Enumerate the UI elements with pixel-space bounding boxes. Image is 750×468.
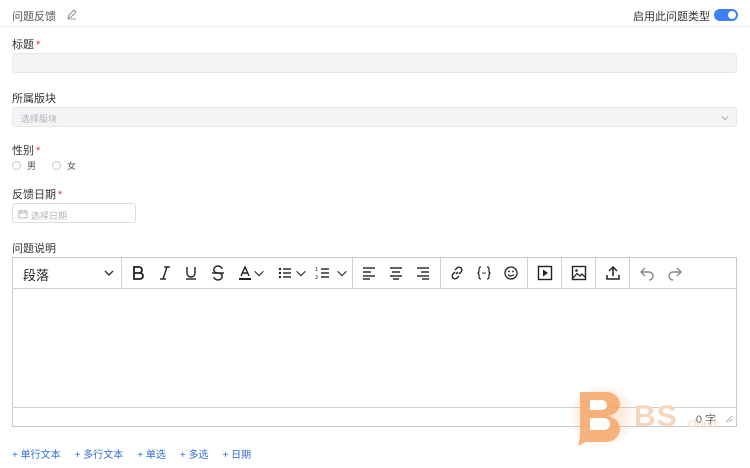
svg-text:2: 2 xyxy=(315,275,318,281)
svg-text:1: 1 xyxy=(315,267,318,273)
image-icon[interactable] xyxy=(569,263,589,283)
align-center-icon[interactable] xyxy=(386,263,406,283)
toolbar-group-align xyxy=(353,258,441,288)
date-placeholder: 选择日期 xyxy=(31,211,68,221)
add-date-button[interactable]: + 日期 xyxy=(223,446,252,461)
toolbar-group-video xyxy=(528,258,562,288)
required-mark: * xyxy=(58,189,63,201)
chevron-down-icon[interactable] xyxy=(252,263,266,283)
paragraph-select[interactable]: 段落 xyxy=(23,265,49,284)
undo-icon[interactable] xyxy=(637,263,657,283)
video-icon[interactable] xyxy=(535,263,555,283)
toolbar-group-upload xyxy=(596,258,630,288)
enable-type-label: 启用此问题类型 xyxy=(633,11,710,23)
toolbar-group-paragraph: 段落 xyxy=(13,258,122,288)
title-label: 标题 * xyxy=(12,36,40,52)
required-mark: * xyxy=(36,39,41,51)
desc-label: 问题说明 xyxy=(12,243,56,255)
upload-icon[interactable] xyxy=(603,263,623,283)
add-single-choice-button[interactable]: + 单选 xyxy=(137,446,166,461)
required-mark: * xyxy=(36,145,41,157)
gender-option-label: 女 xyxy=(67,161,77,171)
edit-pencil-icon[interactable] xyxy=(66,8,78,20)
radio-circle[interactable] xyxy=(12,161,21,170)
strikethrough-icon[interactable] xyxy=(208,263,228,283)
underline-icon[interactable] xyxy=(181,263,201,283)
editor-toolbar: 段落 1 2 xyxy=(13,258,736,289)
align-right-icon[interactable] xyxy=(413,263,433,283)
watermark-subtext: cloud xyxy=(688,416,717,430)
link-icon[interactable] xyxy=(447,263,467,283)
chevron-down-icon[interactable] xyxy=(99,263,119,283)
add-single-line-button[interactable]: + 单行文本 xyxy=(12,446,61,461)
add-field-bar: + 单行文本 + 多行文本 + 单选 + 多选 + 日期 xyxy=(12,446,265,461)
date-picker[interactable]: 选择日期 xyxy=(12,203,136,223)
toolbar-group-history xyxy=(630,258,736,288)
chevron-down-icon[interactable] xyxy=(335,263,349,283)
gender-radio-group: 男 女 xyxy=(12,159,92,172)
add-multi-line-button[interactable]: + 多行文本 xyxy=(75,446,124,461)
header-bar: 问题反馈 启用此问题类型 xyxy=(0,0,750,27)
chevron-down-icon xyxy=(721,116,729,121)
toolbar-group-image xyxy=(562,258,596,288)
block-select[interactable]: 选择版块 xyxy=(12,107,737,127)
gender-option-female[interactable]: 女 xyxy=(52,159,76,172)
title-input[interactable] xyxy=(12,53,737,73)
gender-option-male[interactable]: 男 xyxy=(12,159,36,172)
toolbar-group-insert xyxy=(441,258,528,288)
gender-label-text: 性别 xyxy=(12,145,34,157)
bbs-watermark-logo: BS cloud xyxy=(570,386,742,448)
code-block-icon[interactable] xyxy=(474,263,494,283)
block-placeholder: 选择版块 xyxy=(21,114,58,124)
chevron-down-icon[interactable] xyxy=(294,263,308,283)
redo-icon[interactable] xyxy=(665,263,685,283)
bullet-list-icon[interactable] xyxy=(275,263,295,283)
enable-type-toggle[interactable] xyxy=(714,9,738,21)
title-label-text: 标题 xyxy=(12,39,34,51)
date-label-text: 反馈日期 xyxy=(12,189,56,201)
gender-option-label: 男 xyxy=(27,161,37,171)
align-left-icon[interactable] xyxy=(359,263,379,283)
page-title: 问题反馈 xyxy=(12,11,56,23)
block-label: 所属版块 xyxy=(12,93,56,105)
date-label: 反馈日期 * xyxy=(12,186,62,202)
emoji-icon[interactable] xyxy=(501,263,521,283)
watermark-text: BS xyxy=(634,400,678,433)
gender-label: 性别 * xyxy=(12,142,40,158)
radio-circle[interactable] xyxy=(52,161,62,170)
calendar-icon xyxy=(18,210,28,219)
numbered-list-icon[interactable]: 12 xyxy=(313,263,333,283)
add-multi-choice-button[interactable]: + 多选 xyxy=(180,446,209,461)
italic-icon[interactable] xyxy=(155,263,175,283)
bold-icon[interactable] xyxy=(128,263,148,283)
toolbar-group-format: 12 xyxy=(122,258,353,288)
